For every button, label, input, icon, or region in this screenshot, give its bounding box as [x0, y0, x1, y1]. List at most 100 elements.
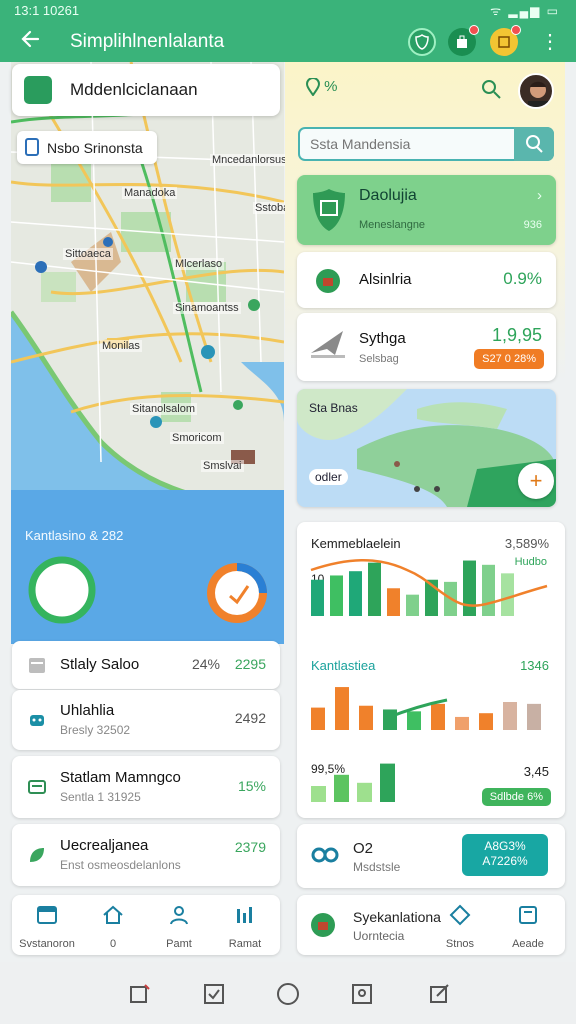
nav-label: Svstanoron [19, 938, 75, 950]
search-icon[interactable] [480, 78, 502, 100]
map-label: Smslvai [201, 460, 244, 472]
checkbox-icon[interactable] [202, 982, 226, 1006]
calendar-icon [29, 658, 45, 673]
map-label: Manadoka [122, 187, 178, 199]
location-chip-label: Nsbo Srinonsta [47, 140, 143, 156]
mini-map[interactable]: Sta Bnas odler [297, 389, 556, 507]
shield-icon[interactable] [408, 28, 436, 56]
search-button[interactable] [514, 127, 554, 161]
chart-icon [237, 907, 252, 923]
leaf-icon [30, 848, 44, 862]
dashboard-card[interactable]: Daolujia Meneslangne › 936 [297, 175, 556, 245]
list-item[interactable]: Uecrealjanea Enst osmeosdelanlons 2379 [12, 824, 280, 886]
left-bottom-nav: Svstanoron 0 Pamt Ramat [12, 895, 280, 955]
map-pin-icon [305, 77, 321, 97]
nav-label: Aeade [512, 938, 544, 950]
card-value: 0.9% [503, 269, 542, 288]
bag-icon[interactable] [448, 25, 479, 56]
chart-bar [387, 588, 400, 616]
card-icon [28, 780, 46, 794]
o2-stat-badge[interactable]: A8G3% A7226% [462, 834, 548, 876]
card-value: 936 [523, 219, 542, 231]
card-subtitle: Meneslangne [359, 219, 426, 231]
box-icon [519, 906, 537, 924]
chart-bar [479, 713, 493, 730]
list-item[interactable]: Statlam Mamngco Sentla 1 31925 15% [12, 756, 280, 818]
chart-bar [334, 774, 349, 802]
bar-chart-3 [311, 763, 395, 802]
mini-map-label: Sta Bnas [309, 401, 358, 415]
nav-subtitle: Uorntecia [353, 929, 405, 943]
location-indicator[interactable]: % [305, 77, 338, 97]
chart-bar [357, 782, 372, 802]
app-title: Simplihlnenlalanta [70, 31, 225, 52]
nav-item-chart[interactable]: Ramat [212, 903, 278, 950]
map-title-card[interactable]: Mddenlciclanaan [12, 64, 280, 116]
section-value: 3,45 [523, 764, 549, 779]
zoom-in-button[interactable]: + [518, 463, 554, 499]
chart-bar [407, 711, 421, 730]
chart-value: 3,589% [504, 536, 549, 551]
stat-card[interactable]: Sythga Selsbag 1,9,95 S27 0 28% [297, 313, 556, 381]
nav-item-window[interactable]: Svstanoron [14, 903, 80, 950]
section-value: 1346 [520, 658, 549, 673]
nav-label: Pamt [166, 938, 192, 950]
search-field[interactable] [298, 127, 554, 161]
item-value: 2295 [234, 656, 266, 672]
robot-icon [30, 715, 44, 726]
tomato-icon [311, 913, 335, 937]
mini-map-label: odler [309, 469, 348, 485]
nav-label: Stnos [445, 938, 475, 950]
status-time: 13:1 10261 [14, 3, 80, 18]
chart-bar [311, 786, 326, 802]
item-subtitle: Sentla 1 31925 [60, 790, 141, 804]
home-circle-icon[interactable] [276, 982, 300, 1006]
donut-caption: Kantlasino & 282 [25, 528, 124, 543]
bookmark-icon[interactable] [350, 982, 374, 1006]
donut-progress-icon [28, 556, 96, 624]
chart-title: Kemmeblaelein [311, 536, 401, 551]
nav-item-archive[interactable]: Aeade [495, 903, 561, 950]
nav-item-person[interactable]: Pamt [146, 903, 212, 950]
chart-bar [482, 564, 495, 616]
card-subtitle: Msdstsle [353, 860, 401, 874]
list-item[interactable]: Stlaly Saloo 24% 2295 [12, 641, 280, 689]
edit-icon[interactable] [128, 982, 152, 1006]
stat-card[interactable]: Alsinlria 0.9% [297, 252, 556, 308]
map-title: Mddenlciclanaan [70, 80, 198, 99]
item-subtitle: Bresly 32502 [60, 723, 131, 737]
chart-bar [335, 687, 349, 730]
badge-line: A7226% [482, 854, 528, 868]
item-value: 15% [237, 778, 266, 794]
clock-gauge-icon [207, 563, 267, 623]
chart-bar [463, 560, 476, 616]
chevron-right-icon: › [537, 187, 542, 204]
card-subtitle: Selsbag [359, 353, 399, 365]
more-vertical-icon[interactable]: ⋮ [540, 30, 560, 54]
item-subtitle: Enst osmeosdelanlons [60, 858, 181, 872]
window-icon [37, 906, 57, 924]
note-icon[interactable] [490, 25, 521, 56]
item-title: Uecrealjanea [60, 837, 149, 854]
chart-bar [368, 562, 381, 616]
compose-icon[interactable] [428, 982, 452, 1006]
item-title: Stlaly Saloo [60, 656, 140, 673]
search-input[interactable] [310, 134, 510, 154]
chart-bar [455, 716, 469, 730]
chart-bar [311, 707, 325, 730]
chart-bar [349, 571, 362, 616]
back-arrow-icon[interactable] [18, 26, 44, 52]
avatar[interactable] [518, 73, 554, 109]
item-value: 2379 [234, 839, 266, 855]
nav-item-home[interactable]: 0 [80, 903, 146, 950]
card-value: 1,9,95 [491, 325, 542, 345]
item-percent: 24% [191, 656, 220, 672]
chart-bar [359, 705, 373, 730]
item-title: Uhlahlia [60, 702, 115, 719]
nav-item-status[interactable]: Stnos [427, 903, 493, 950]
nav-label: 0 [109, 938, 117, 950]
location-chip[interactable]: Nsbo Srinonsta [17, 131, 157, 164]
list-item[interactable]: Uhlahlia Bresly 32502 2492 [12, 690, 280, 750]
card-title: Sythga [359, 330, 406, 347]
chart-bar [527, 703, 541, 730]
